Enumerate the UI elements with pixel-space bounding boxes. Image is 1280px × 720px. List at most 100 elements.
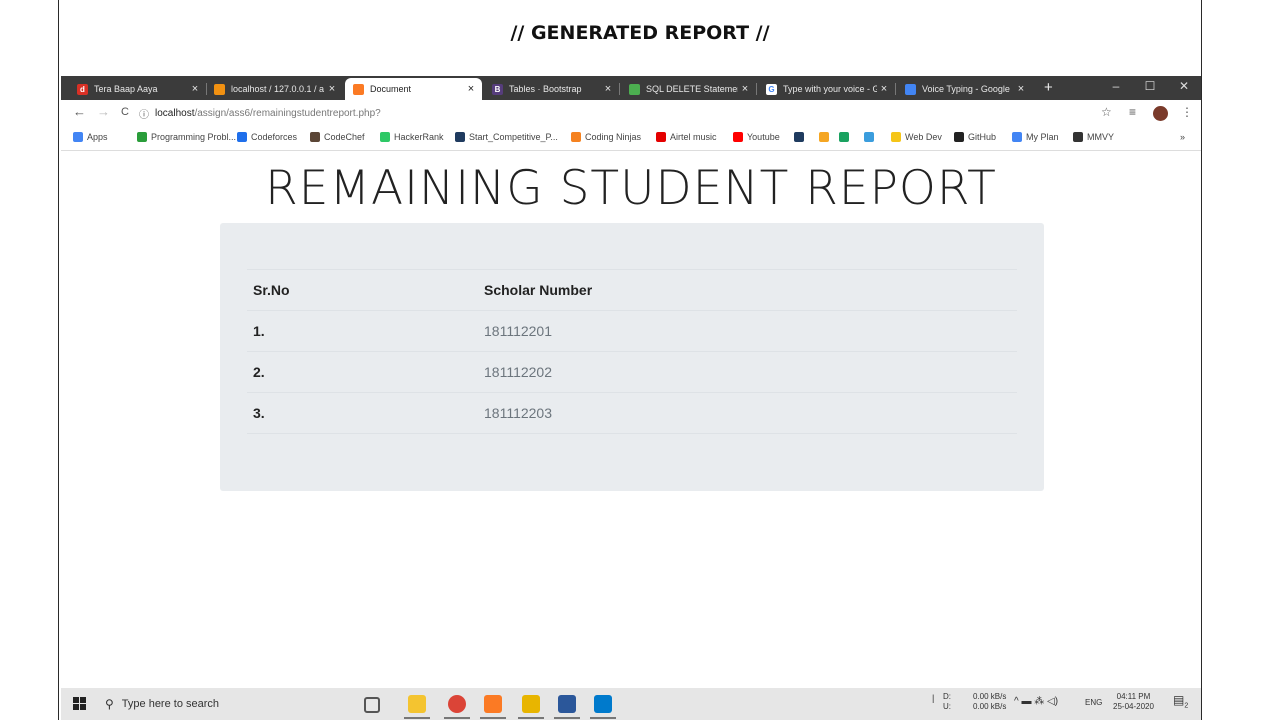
bookmark-favicon-icon: [1012, 132, 1022, 142]
slide-title: // GENERATED REPORT //: [510, 22, 770, 44]
net-drive-u: U:: [943, 702, 951, 711]
bookmark-label: Web Dev: [905, 132, 942, 142]
forward-button[interactable]: →: [97, 104, 110, 119]
file-explorer-icon[interactable]: [408, 695, 426, 713]
table-row-empty: [247, 433, 1017, 434]
running-app-indicator: [444, 717, 470, 719]
clock-date: 25-04-2020: [1113, 702, 1154, 711]
bookmark-item[interactable]: MMVY: [1073, 132, 1114, 142]
maximize-button[interactable]: ☐: [1135, 79, 1165, 93]
bookmark-item[interactable]: Web Dev: [891, 132, 942, 142]
tab-close-icon[interactable]: ×: [877, 83, 891, 95]
bookmark-favicon-icon: [733, 132, 743, 142]
system-tray-icons[interactable]: ^ ▬ ⁂ ◁): [1014, 697, 1058, 707]
clock-time: 04:11 PM: [1116, 692, 1151, 701]
row-scholar-number: 181112203: [478, 392, 1017, 434]
url-input[interactable]: ⓘ localhost /assign/ass6/remainingstuden…: [139, 103, 1089, 123]
bookmark-item[interactable]: Start_Competitive_P...: [455, 132, 558, 142]
bookmark-item[interactable]: HackerRank: [380, 132, 444, 142]
browser-tab[interactable]: Document ×: [345, 78, 482, 100]
chrome-icon[interactable]: [448, 695, 466, 713]
header-sr-no: Sr.No: [247, 269, 478, 311]
bookmark-item[interactable]: Codeforces: [237, 132, 297, 142]
language-indicator[interactable]: ENG: [1085, 698, 1102, 708]
app-yellow-icon[interactable]: [522, 695, 540, 713]
url-path: /assign/ass6/remainingstudentreport.php?: [194, 107, 381, 119]
tab-close-icon[interactable]: ×: [325, 83, 339, 95]
bookmark-label: Coding Ninjas: [585, 132, 642, 142]
tab-close-icon[interactable]: ×: [1014, 83, 1028, 95]
browser-tab[interactable]: localhost / 127.0.0.1 / a ×: [206, 78, 343, 100]
bookmark-favicon-icon: [794, 132, 804, 142]
vscode-icon[interactable]: [594, 695, 612, 713]
word-icon[interactable]: [558, 695, 576, 713]
net-speed-meter: 0.00 kB/s 0.00 kB/s: [973, 692, 1006, 712]
bookmark-favicon-icon: [455, 132, 465, 142]
bookmarks-overflow-icon[interactable]: »: [1180, 132, 1185, 142]
bookmark-item[interactable]: My Plan: [1012, 132, 1059, 142]
notification-center-icon[interactable]: ▤2: [1173, 694, 1188, 711]
bookmark-favicon-icon: [571, 132, 581, 142]
bookmark-favicon-icon: [73, 132, 83, 142]
browser-tab[interactable]: G Type with your voice - G ×: [758, 78, 895, 100]
bookmark-item[interactable]: GitHub: [954, 132, 996, 142]
bookmark-item[interactable]: [819, 132, 833, 142]
reload-button[interactable]: C: [121, 106, 129, 118]
tab-favicon-icon: d: [77, 83, 88, 95]
bookmark-label: CodeChef: [324, 132, 365, 142]
taskbar-search-input[interactable]: ⚲ Type here to search: [105, 693, 355, 715]
browser-menu-icon[interactable]: ⋮: [1181, 105, 1193, 119]
back-button[interactable]: ←: [73, 104, 86, 119]
browser-tab[interactable]: B Tables · Bootstrap ×: [484, 78, 619, 100]
new-tab-button[interactable]: +: [1044, 79, 1053, 96]
bookmark-favicon-icon: [656, 132, 666, 142]
bookmark-favicon-icon: [839, 132, 849, 142]
tab-label: Document: [370, 84, 412, 94]
net-drive-labels: D: U:: [943, 692, 951, 712]
bookmark-item[interactable]: Coding Ninjas: [571, 132, 641, 142]
bookmark-label: GitHub: [968, 132, 997, 142]
bookmark-item[interactable]: [839, 132, 853, 142]
bookmark-item[interactable]: Programming Probl...: [137, 132, 236, 142]
bookmark-item[interactable]: [794, 132, 808, 142]
table-row: 2. 181112202: [247, 351, 1017, 393]
running-app-indicator: [590, 717, 616, 719]
site-info-icon[interactable]: ⓘ: [139, 106, 149, 121]
close-window-button[interactable]: ✕: [1169, 79, 1199, 93]
profile-avatar[interactable]: [1153, 106, 1168, 121]
tab-close-icon[interactable]: ×: [188, 83, 202, 95]
bookmark-label: Codeforces: [251, 132, 298, 142]
xampp-icon[interactable]: [484, 695, 502, 713]
bookmark-label: My Plan: [1026, 132, 1059, 142]
tab-close-icon[interactable]: ×: [464, 83, 478, 95]
bookmark-item[interactable]: Apps: [73, 132, 108, 142]
address-bar: ← → C ⓘ localhost /assign/ass6/remaining…: [61, 100, 1201, 127]
browser-tab[interactable]: SQL DELETE Statement ×: [621, 78, 756, 100]
bookmark-favicon-icon: [954, 132, 964, 142]
bookmark-star-icon[interactable]: ☆: [1101, 105, 1112, 119]
slide-left-border: [58, 0, 59, 720]
bookmark-item[interactable]: [864, 132, 878, 142]
bookmark-item[interactable]: Youtube: [733, 132, 780, 142]
tab-close-icon[interactable]: ×: [738, 83, 752, 95]
tab-separator: [619, 83, 620, 95]
browser-tab[interactable]: Voice Typing - Google ×: [897, 78, 1032, 100]
task-view-icon[interactable]: [364, 697, 380, 713]
header-scholar-number: Scholar Number: [478, 269, 1017, 311]
tab-strip: + – ☐ ✕ d Tera Baap Aaya × localhost / 127.…: [61, 76, 1201, 100]
bookmark-item[interactable]: Airtel music: [656, 132, 717, 142]
tab-separator: [756, 83, 757, 95]
tray-divider: |: [932, 693, 935, 703]
clock[interactable]: 04:11 PM 25-04-2020: [1113, 692, 1154, 712]
bookmark-label: Youtube: [747, 132, 780, 142]
tab-favicon-icon: [353, 83, 364, 95]
bookmark-favicon-icon: [819, 132, 829, 142]
minimize-button[interactable]: –: [1101, 79, 1131, 93]
row-sr-no: 3.: [247, 392, 478, 434]
tab-label: Type with your voice - G: [783, 84, 877, 94]
tab-close-icon[interactable]: ×: [601, 83, 615, 95]
browser-tab[interactable]: d Tera Baap Aaya ×: [69, 78, 206, 100]
reading-list-icon[interactable]: ≡: [1129, 105, 1136, 119]
bookmark-item[interactable]: CodeChef: [310, 132, 365, 142]
windows-start-icon[interactable]: [73, 697, 87, 711]
